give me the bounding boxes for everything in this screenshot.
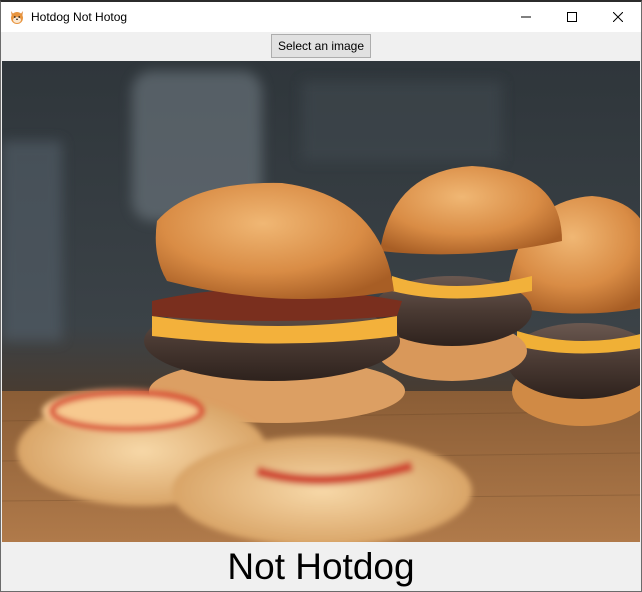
maximize-button[interactable] [549, 2, 595, 32]
toolbar: Select an image [1, 32, 641, 60]
minimize-button[interactable] [503, 2, 549, 32]
image-display [2, 61, 640, 542]
shiba-dog-icon [9, 9, 25, 25]
prediction-label: Not Hotdog [227, 546, 415, 587]
app-window: Hotdog Not Hotog Select an image Not Hot… [0, 0, 642, 592]
close-icon [613, 12, 623, 22]
select-image-button[interactable]: Select an image [270, 34, 372, 58]
minimize-icon [521, 16, 531, 18]
burgers-photo [2, 61, 640, 542]
title-bar[interactable]: Hotdog Not Hotog [1, 2, 641, 32]
close-button[interactable] [595, 2, 641, 32]
maximize-icon [567, 12, 577, 22]
window-title: Hotdog Not Hotog [31, 10, 128, 24]
window-controls [503, 2, 641, 32]
